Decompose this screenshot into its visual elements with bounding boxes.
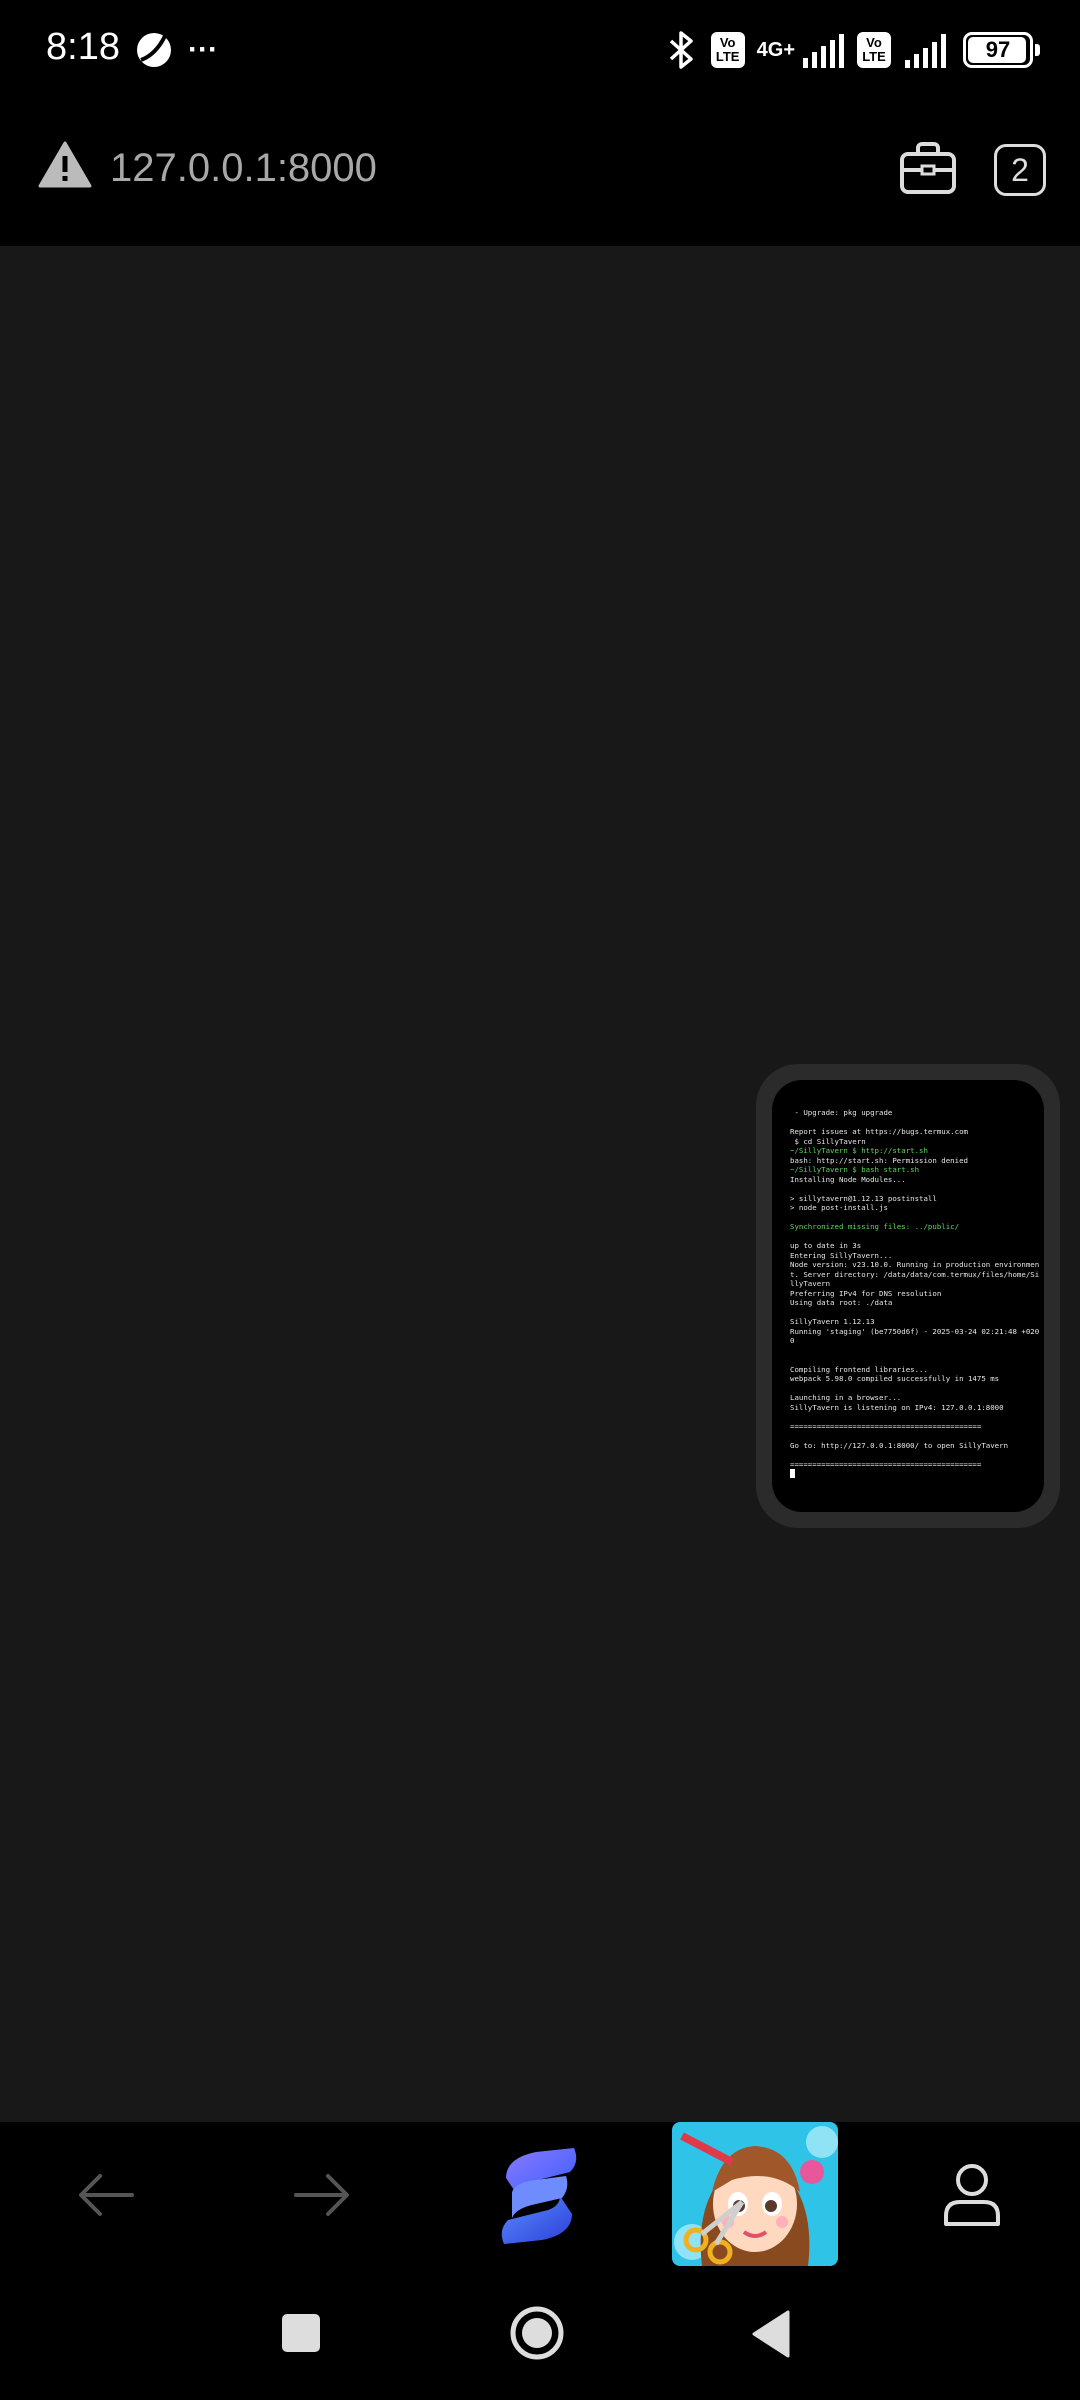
- browser-bottom-nav: [0, 2122, 1080, 2270]
- more-indicator: ···: [188, 33, 218, 66]
- volte-badge-2: Vo LTE: [857, 32, 891, 68]
- back-triangle-icon[interactable]: [750, 2310, 790, 2358]
- status-time: 8:18: [46, 26, 120, 68]
- terminal-line: ========================================…: [790, 1459, 982, 1469]
- ad-game-thumbnail[interactable]: [672, 2122, 838, 2266]
- terminal-line: Compiling frontend libraries...: [790, 1364, 928, 1374]
- bluetooth-icon: [669, 31, 693, 69]
- terminal-cursor: [790, 1469, 1044, 1479]
- terminal-line: webpack 5.98.0 compiled successfully in …: [790, 1374, 1000, 1383]
- terminal-line: Launching in a browser...: [790, 1393, 902, 1402]
- signal-icon: [803, 34, 844, 68]
- terminal-line: ========================================…: [790, 1421, 982, 1431]
- terminal-screen: - Upgrade: pkg upgrade Report issues at h…: [772, 1080, 1044, 1512]
- terminal-line: Synchronized missing files: ../public/: [790, 1222, 960, 1231]
- terminal-line: SillyTavern 1.12.13: [790, 1317, 875, 1326]
- terminal-line: llyTavern: [790, 1279, 831, 1288]
- network-type: 4G+: [756, 38, 795, 61]
- terminal-line: bash: http://start.sh: Permission denied: [790, 1155, 968, 1165]
- status-bar: 8:18 ··· Vo LTE 4G+ Vo LTE 97: [0, 0, 1080, 110]
- terminal-line: Using data root: ./data: [790, 1298, 893, 1307]
- tabs-button[interactable]: 2: [994, 144, 1046, 196]
- terminal-line: > node post-install.js: [790, 1203, 888, 1212]
- battery-level: 97: [985, 37, 1011, 62]
- terminal-line: t. Server directory: /data/data/com.term…: [790, 1269, 1040, 1279]
- profile-icon[interactable]: [940, 2162, 1004, 2228]
- terminal-output: - Upgrade: pkg upgrade Report issues at h…: [790, 1108, 1044, 1479]
- back-arrow-icon[interactable]: [76, 2170, 136, 2220]
- status-right-icons: Vo LTE 4G+ Vo LTE 97: [665, 30, 1040, 70]
- address-bar: 127.0.0.1:8000 2: [0, 110, 1080, 246]
- toolbox-icon[interactable]: [898, 140, 958, 196]
- terminal-line: ~/SillyTavern $ http://start.sh: [790, 1146, 928, 1155]
- recent-apps-icon[interactable]: [282, 2314, 320, 2352]
- terminal-line: - Upgrade: pkg upgrade: [790, 1108, 893, 1117]
- system-nav-bar: [0, 2270, 1080, 2400]
- terminal-line: Report issues at https://bugs.termux.com: [790, 1127, 968, 1136]
- signal-icon-2: [905, 34, 946, 68]
- app-logo-icon[interactable]: [496, 2148, 582, 2244]
- terminal-line: 0: [790, 1336, 795, 1345]
- terminal-line: Installing Node Modules...: [790, 1174, 906, 1184]
- terminal-line: Go to: http://127.0.0.1:8000/ to open Si…: [790, 1440, 1009, 1450]
- warning-icon[interactable]: [38, 140, 92, 188]
- terminal-line: > sillytavern@1.12.13 postinstall: [790, 1193, 937, 1203]
- terminal-line: Preferring IPv4 for DNS resolution: [790, 1288, 942, 1298]
- terminal-line: ~/SillyTavern $ bash start.sh: [790, 1165, 920, 1174]
- moon-icon: [137, 33, 171, 67]
- battery-icon: 97: [963, 32, 1040, 68]
- status-left-icons: ···: [134, 30, 218, 70]
- terminal-preview-window[interactable]: - Upgrade: pkg upgrade Report issues at h…: [756, 1064, 1060, 1528]
- terminal-line: Running 'staging' (be7750d6f) - 2025-03-…: [790, 1326, 1040, 1336]
- volte-badge-1: Vo LTE: [710, 32, 745, 68]
- url-field[interactable]: 127.0.0.1:8000: [110, 146, 377, 191]
- terminal-line: Node version: v23.10.0. Running in produ…: [790, 1260, 1040, 1269]
- terminal-line: Entering SillyTavern...: [790, 1250, 893, 1260]
- home-icon[interactable]: [508, 2304, 566, 2362]
- forward-arrow-icon[interactable]: [292, 2170, 352, 2220]
- terminal-line: up to date in 3s: [790, 1241, 862, 1250]
- terminal-line: $ cd SillyTavern: [790, 1136, 866, 1146]
- terminal-line: SillyTavern is listening on IPv4: 127.0.…: [790, 1402, 1004, 1412]
